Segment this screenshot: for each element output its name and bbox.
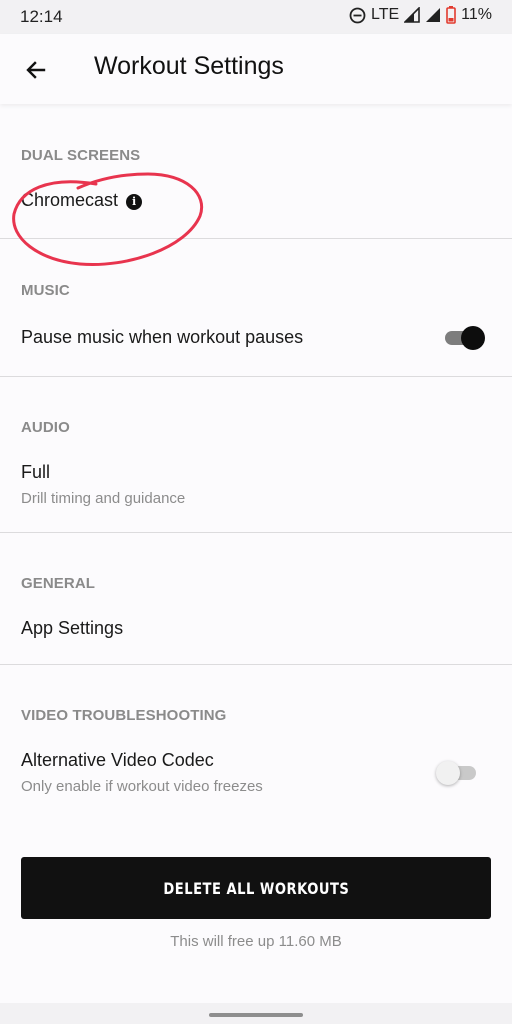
section-header-music: MUSIC bbox=[21, 282, 70, 299]
toggle-thumb bbox=[436, 761, 460, 785]
chromecast-row[interactable]: Chromecast i bbox=[21, 190, 143, 211]
battery-icon bbox=[446, 6, 456, 24]
app-bar: Workout Settings bbox=[0, 34, 512, 104]
alt-video-codec-label: Alternative Video Codec bbox=[21, 750, 214, 770]
do-not-disturb-icon bbox=[349, 7, 366, 23]
info-icon[interactable]: i bbox=[126, 193, 143, 210]
signal-icon bbox=[404, 7, 420, 23]
free-space-note: This will free up 11.60 MB bbox=[170, 933, 342, 950]
delete-button-label: DELETE ALL WORKOUTS bbox=[163, 878, 349, 898]
divider bbox=[0, 532, 512, 533]
home-handle[interactable] bbox=[209, 1013, 303, 1017]
pause-music-toggle[interactable] bbox=[443, 324, 487, 352]
arrow-left-icon bbox=[26, 61, 46, 79]
section-header-video-troubleshooting: VIDEO TROUBLESHOOTING bbox=[21, 707, 227, 724]
network-type: LTE bbox=[371, 6, 400, 23]
app-settings-link[interactable]: App Settings bbox=[21, 618, 123, 639]
divider bbox=[0, 376, 512, 377]
audio-sublabel: Drill timing and guidance bbox=[21, 490, 186, 507]
section-header-audio: AUDIO bbox=[21, 419, 70, 436]
annotation-circle-icon bbox=[12, 172, 204, 267]
status-icons: LTE 11% bbox=[349, 6, 492, 24]
pause-music-label: Pause music when workout pauses bbox=[21, 327, 304, 347]
section-header-dual-screens: DUAL SCREENS bbox=[21, 147, 141, 164]
signal-icon-2 bbox=[426, 8, 441, 22]
alt-video-codec-toggle[interactable] bbox=[436, 759, 480, 787]
divider bbox=[0, 238, 512, 239]
status-bar: 12:14 LTE 11% bbox=[0, 0, 512, 34]
section-header-general: GENERAL bbox=[21, 575, 96, 592]
delete-all-workouts-button[interactable]: DELETE ALL WORKOUTS bbox=[21, 857, 491, 919]
page-title: Workout Settings bbox=[94, 52, 284, 80]
toggle-thumb bbox=[461, 326, 485, 350]
divider bbox=[0, 664, 512, 665]
battery-level: 11% bbox=[461, 6, 492, 23]
system-nav-bar bbox=[0, 1003, 512, 1024]
back-button[interactable] bbox=[20, 54, 52, 86]
chromecast-label: Chromecast bbox=[21, 190, 119, 210]
status-time: 12:14 bbox=[20, 7, 63, 26]
audio-label: Full bbox=[21, 462, 51, 482]
alt-video-codec-sublabel: Only enable if workout video freezes bbox=[21, 778, 263, 795]
